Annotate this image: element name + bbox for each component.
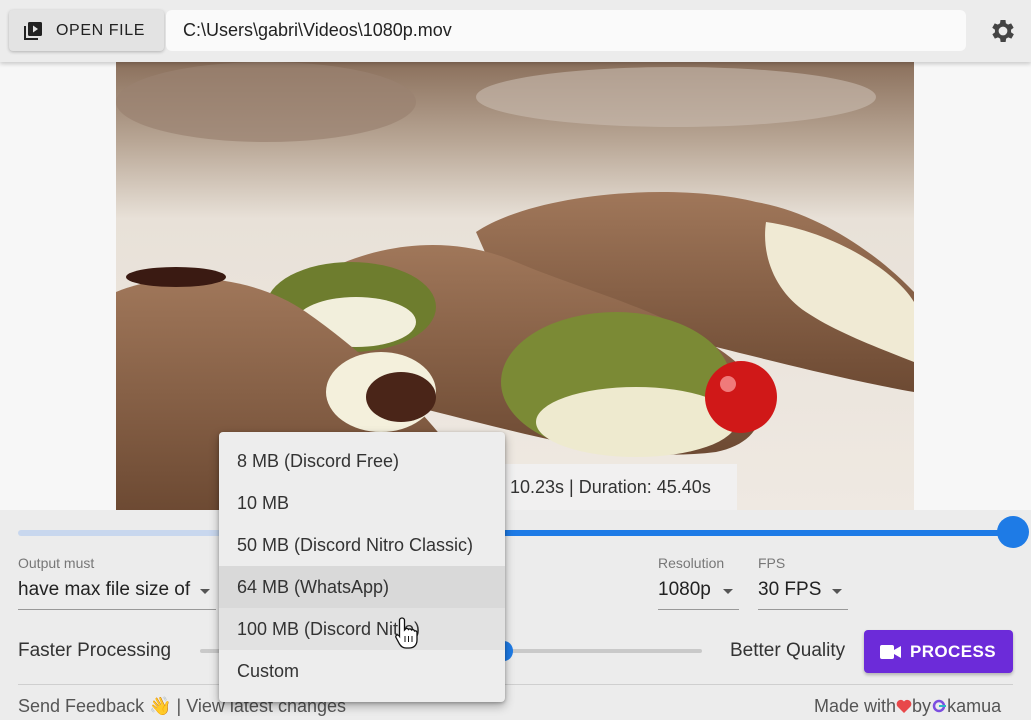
process-label: PROCESS (910, 642, 996, 661)
resolution-value: 1080p (658, 579, 711, 600)
video-library-icon (24, 22, 42, 40)
file-path-field[interactable]: C:\Users\gabri\Videos\1080p.mov (166, 10, 966, 51)
output-mode-select[interactable]: have max file size of (18, 577, 216, 610)
time-info-text: n 10.23s | Duration: 45.40s (495, 477, 711, 497)
better-quality-label: Better Quality (730, 640, 846, 661)
kamua-logo-icon (932, 699, 947, 713)
send-feedback-link[interactable]: Send Feedback 👋 (18, 696, 172, 716)
menu-item-custom[interactable]: Custom (219, 650, 505, 692)
process-button[interactable]: PROCESS (864, 630, 1013, 673)
footer-separator: | (176, 696, 182, 716)
fps-select[interactable]: 30 FPS (758, 577, 848, 610)
trim-slider-range (488, 530, 1013, 536)
faster-processing-label: Faster Processing (18, 640, 172, 661)
footer-right: Made with by kamua (814, 696, 1001, 717)
output-mode-value: have max file size of (18, 579, 191, 600)
heart-icon (896, 699, 912, 713)
menu-item-64mb[interactable]: 64 MB (WhatsApp) (219, 566, 505, 608)
controls-panel: Output must have max file size of Resolu… (0, 510, 1031, 720)
top-toolbar: OPEN FILE C:\Users\gabri\Videos\1080p.mo… (0, 0, 1031, 62)
footer-divider (18, 684, 1013, 685)
chevron-down-icon (832, 589, 842, 594)
kamua-brand-link[interactable]: kamua (947, 696, 1001, 716)
menu-item-100mb[interactable]: 100 MB (Discord Nitro) (219, 608, 505, 650)
by-text: by (912, 696, 932, 716)
chevron-down-icon (723, 589, 733, 594)
fps-label: FPS (758, 555, 786, 571)
gear-icon[interactable] (988, 16, 1018, 46)
trim-end-handle[interactable] (997, 516, 1029, 548)
fps-value: 30 FPS (758, 579, 822, 600)
resolution-label: Resolution (658, 555, 725, 571)
chevron-down-icon (200, 589, 210, 594)
file-size-menu: 8 MB (Discord Free) 10 MB 50 MB (Discord… (219, 432, 505, 702)
open-file-button[interactable]: OPEN FILE (9, 10, 164, 51)
menu-item-50mb[interactable]: 50 MB (Discord Nitro Classic) (219, 524, 505, 566)
menu-item-8mb[interactable]: 8 MB (Discord Free) (219, 440, 505, 482)
output-label: Output must (18, 555, 95, 571)
open-file-label: OPEN FILE (56, 22, 145, 39)
hand-cursor-icon (395, 617, 418, 649)
menu-item-10mb[interactable]: 10 MB (219, 482, 505, 524)
file-path-text: C:\Users\gabri\Videos\1080p.mov (183, 20, 452, 40)
made-with-text: Made with (814, 696, 897, 716)
resolution-select[interactable]: 1080p (658, 577, 739, 610)
videocam-icon (880, 645, 901, 659)
